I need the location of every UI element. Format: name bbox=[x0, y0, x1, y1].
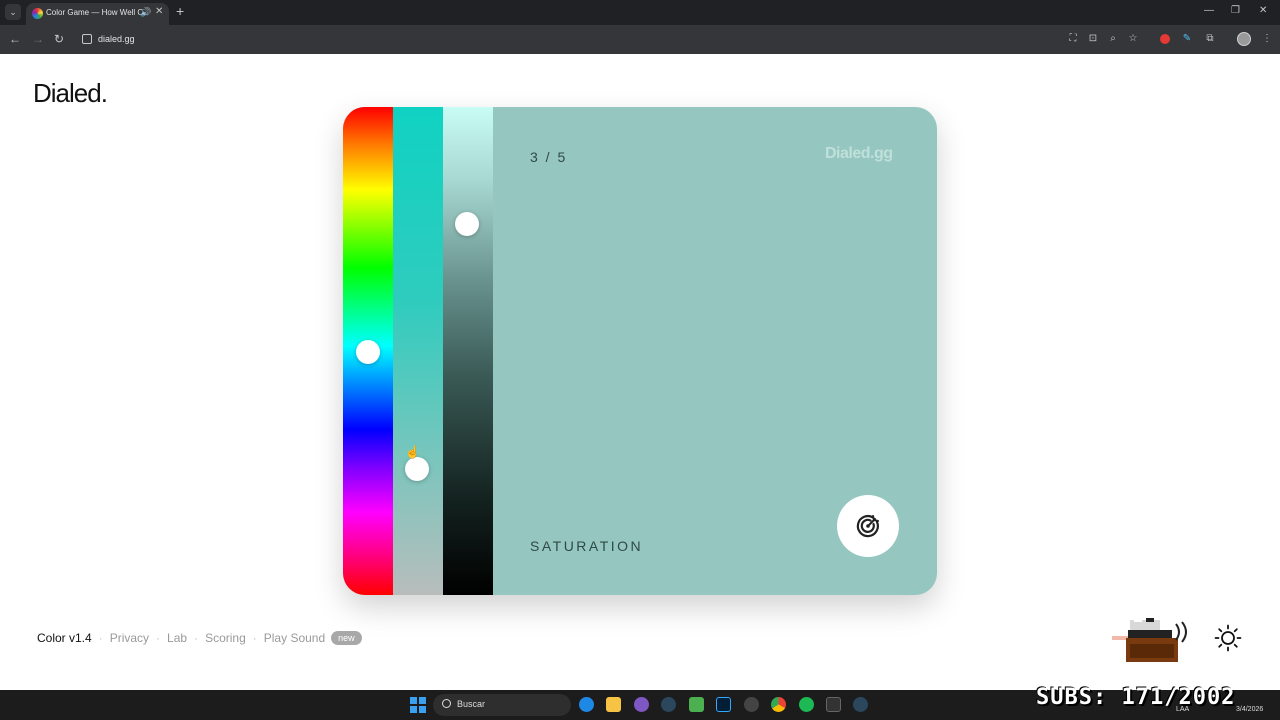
scoring-link[interactable]: Scoring bbox=[205, 631, 246, 645]
site-logo[interactable]: Dialed. bbox=[33, 78, 108, 109]
url-text: dialed.gg bbox=[98, 34, 135, 44]
bookmark-star-icon[interactable]: ☆ bbox=[1127, 33, 1139, 45]
footer-separator: · bbox=[252, 631, 257, 645]
site-settings-icon[interactable] bbox=[82, 34, 92, 44]
profile-avatar[interactable] bbox=[1237, 32, 1251, 46]
footer-separator: · bbox=[194, 631, 199, 645]
card-watermark: Dialed.gg bbox=[825, 145, 893, 162]
tab-title: Color Game — How Well C bbox=[46, 8, 142, 17]
target-icon bbox=[856, 514, 879, 538]
tray-date[interactable]: 3/4/2026 bbox=[1236, 706, 1263, 713]
lab-link[interactable]: Lab bbox=[167, 631, 187, 645]
new-badge: new bbox=[331, 631, 362, 645]
version-label: Color v1.4 bbox=[37, 631, 92, 645]
zoom-icon[interactable]: ⌕ bbox=[1107, 33, 1119, 45]
hue-slider-handle[interactable] bbox=[356, 340, 380, 364]
lightness-slider-handle[interactable] bbox=[455, 212, 479, 236]
close-window-button[interactable]: ✕ bbox=[1259, 5, 1267, 16]
spotify-icon[interactable] bbox=[799, 697, 814, 712]
edge-icon[interactable] bbox=[579, 697, 594, 712]
browser-menu-icon[interactable]: ⋮ bbox=[1261, 33, 1273, 45]
minimize-button[interactable]: — bbox=[1204, 5, 1214, 16]
back-arrow-icon[interactable]: ← bbox=[9, 32, 21, 46]
address-bar[interactable]: dialed.gg bbox=[77, 28, 1062, 51]
file-explorer-icon[interactable] bbox=[606, 697, 621, 712]
steam-alt-icon[interactable] bbox=[853, 697, 868, 712]
pixel-pet-icon bbox=[1112, 616, 1187, 662]
footer: Color v1.4 · Privacy · Lab · Scoring · P… bbox=[37, 631, 362, 645]
taskbar-search-box[interactable]: Buscar bbox=[433, 694, 571, 716]
discord-icon[interactable] bbox=[634, 697, 649, 712]
browser-tab[interactable]: Color Game — How Well C 🔊 ✕ bbox=[26, 3, 169, 25]
reload-icon[interactable]: ↻ bbox=[54, 32, 64, 46]
restore-button[interactable]: ❐ bbox=[1231, 5, 1240, 16]
translate-icon[interactable]: ⛶ bbox=[1067, 33, 1079, 45]
extensions-puzzle-icon[interactable]: ⧉ bbox=[1204, 33, 1216, 45]
tab-search-chevron-icon[interactable]: ⌄ bbox=[5, 4, 21, 20]
extension-red-icon[interactable] bbox=[1160, 34, 1170, 44]
saturation-slider[interactable] bbox=[393, 107, 443, 595]
footer-separator: · bbox=[156, 631, 161, 645]
submit-guess-button[interactable] bbox=[837, 495, 899, 557]
browser-toolbar: ← → ↻ dialed.gg ⛶ ⊡ ⌕ ☆ ✎ ⧉ ⋮ bbox=[0, 25, 1280, 54]
search-icon bbox=[442, 699, 451, 708]
windows-start-icon[interactable] bbox=[410, 697, 426, 713]
saturation-slider-handle[interactable] bbox=[405, 457, 429, 481]
chrome-icon[interactable] bbox=[771, 697, 786, 712]
privacy-link[interactable]: Privacy bbox=[110, 631, 149, 645]
browser-tab-bar: ⌄ Color Game — How Well C 🔊 ✕ + — ❐ ✕ bbox=[0, 0, 1280, 25]
speaker-icon[interactable]: 🔊 bbox=[140, 7, 151, 18]
install-app-icon[interactable]: ⊡ bbox=[1087, 33, 1099, 45]
play-sound-link[interactable]: Play Sound bbox=[264, 631, 325, 645]
minecraft-icon[interactable] bbox=[689, 697, 704, 712]
hue-slider[interactable] bbox=[343, 107, 393, 595]
taskbar-search-placeholder: Buscar bbox=[457, 699, 486, 709]
steam-icon[interactable] bbox=[661, 697, 676, 712]
color-game-favicon-icon bbox=[32, 8, 43, 19]
close-tab-icon[interactable]: ✕ bbox=[155, 6, 163, 17]
obs-icon[interactable] bbox=[744, 697, 759, 712]
forward-arrow-icon[interactable]: → bbox=[32, 32, 44, 46]
sun-icon[interactable] bbox=[1214, 624, 1242, 652]
photoshop-icon[interactable] bbox=[716, 697, 731, 712]
mode-label: SATURATION bbox=[530, 538, 644, 554]
new-tab-button[interactable]: + bbox=[176, 4, 184, 18]
lightness-slider[interactable] bbox=[443, 107, 493, 595]
mouse-pointer-icon: ☝ bbox=[405, 445, 420, 459]
color-card: 3 / 5 Dialed.gg SATURATION bbox=[343, 107, 937, 595]
subscriber-overlay: SUBS: 171/2002 bbox=[1036, 685, 1236, 710]
round-counter: 3 / 5 bbox=[530, 149, 568, 165]
terminal-icon[interactable] bbox=[826, 697, 841, 712]
extension-blue-icon[interactable]: ✎ bbox=[1181, 33, 1193, 45]
footer-separator: · bbox=[98, 631, 103, 645]
